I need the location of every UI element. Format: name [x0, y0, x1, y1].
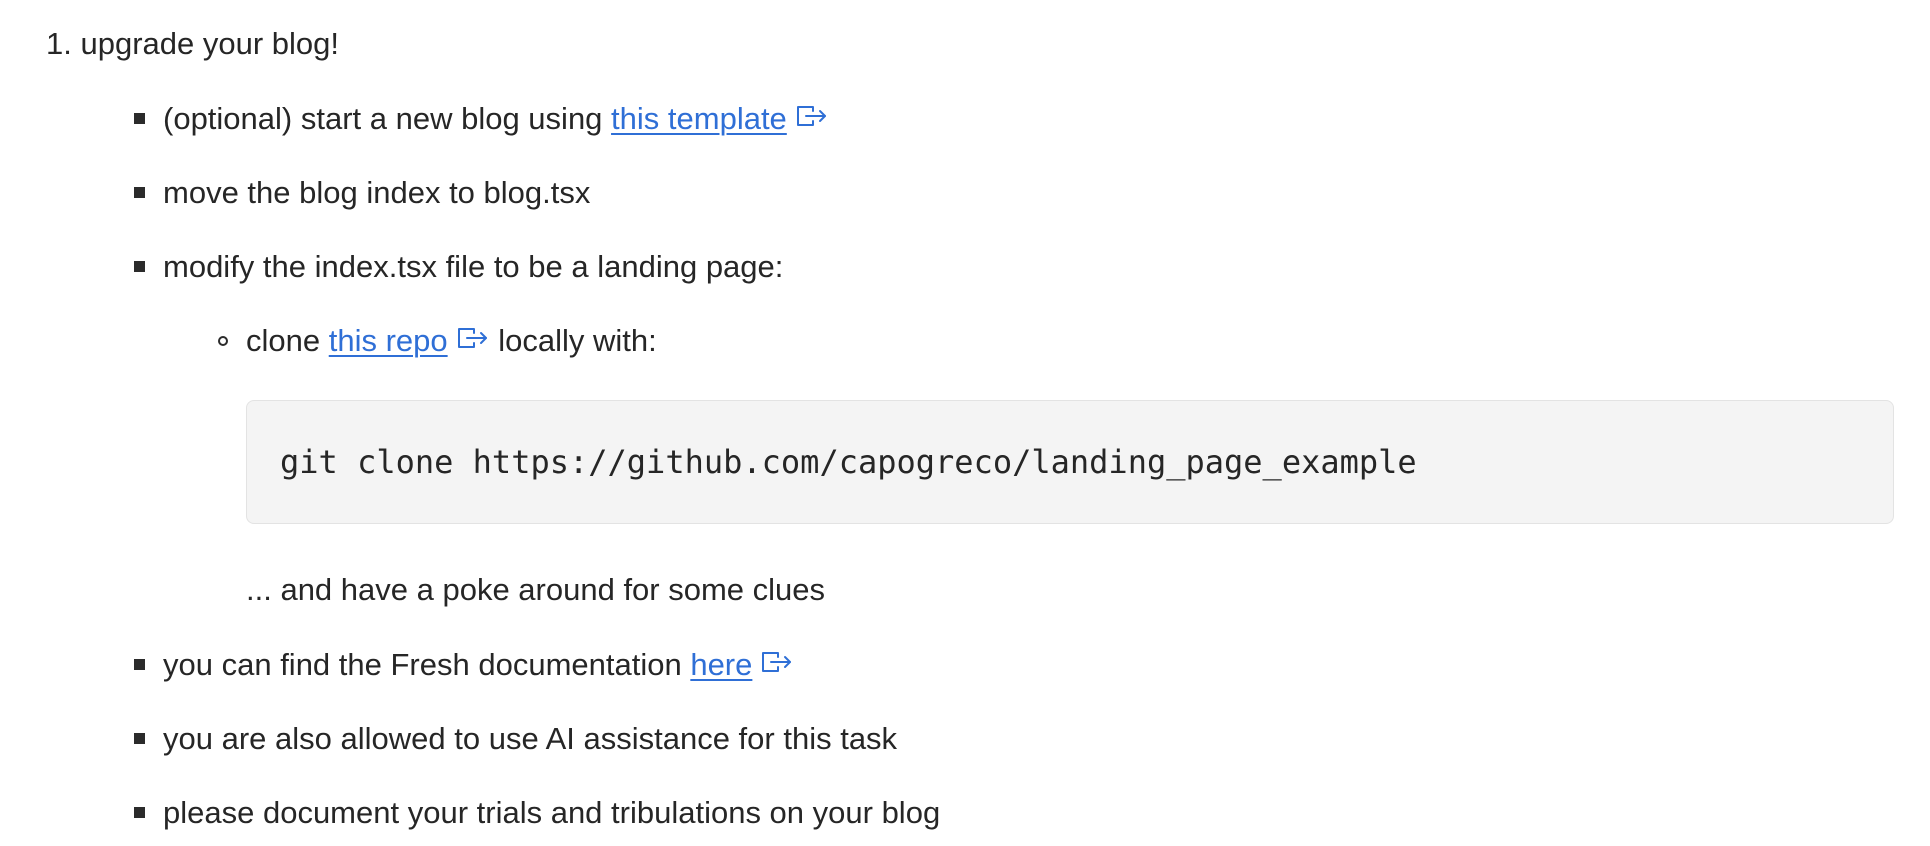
bullet-marker: [134, 733, 145, 744]
list-item: modify the index.tsx file to be a landin…: [163, 247, 783, 287]
sub-bullet-marker: [218, 336, 228, 346]
external-link-icon: [795, 99, 829, 139]
list-item-text: (optional) start a new blog using: [163, 101, 612, 136]
bullet-marker: [134, 261, 145, 272]
list-item: move the blog index to blog.tsx: [163, 173, 590, 213]
list-item-text: upgrade your blog!: [80, 26, 340, 61]
sub-list-item: clone this repo locally with:: [246, 321, 657, 361]
bullet-marker: [134, 807, 145, 818]
list-item-text: modify the index.tsx file to be a landin…: [163, 249, 784, 284]
external-link-icon: [760, 645, 794, 685]
code-block: git clone https://github.com/capogreco/l…: [246, 400, 1894, 524]
list-item: you are also allowed to use AI assistanc…: [163, 719, 897, 759]
external-link-icon: [456, 321, 490, 361]
ordered-list-item: 1. upgrade your blog!: [46, 24, 339, 64]
list-item-text: clone: [246, 323, 329, 358]
this-repo-link[interactable]: this repo: [329, 323, 448, 358]
list-number: 1.: [46, 26, 72, 61]
list-item-text: please document your trials and tribulat…: [163, 795, 941, 830]
bullet-marker: [134, 659, 145, 670]
paragraph: ... and have a poke around for some clue…: [246, 570, 825, 610]
here-link[interactable]: here: [690, 647, 752, 682]
this-template-link[interactable]: this template: [611, 101, 787, 136]
list-item-text: you can find the Fresh documentation: [163, 647, 691, 682]
list-item-text: move the blog index to blog.tsx: [163, 175, 591, 210]
bullet-marker: [134, 187, 145, 198]
list-item-text: locally with:: [489, 323, 657, 358]
bullet-marker: [134, 113, 145, 124]
list-item: you can find the Fresh documentation her…: [163, 645, 794, 685]
paragraph-text: ... and have a poke around for some clue…: [246, 572, 826, 607]
list-item: (optional) start a new blog using this t…: [163, 99, 829, 139]
code-text: git clone https://github.com/capogreco/l…: [280, 443, 1417, 481]
list-item-text: you are also allowed to use AI assistanc…: [163, 721, 898, 756]
list-item: please document your trials and tribulat…: [163, 793, 940, 833]
